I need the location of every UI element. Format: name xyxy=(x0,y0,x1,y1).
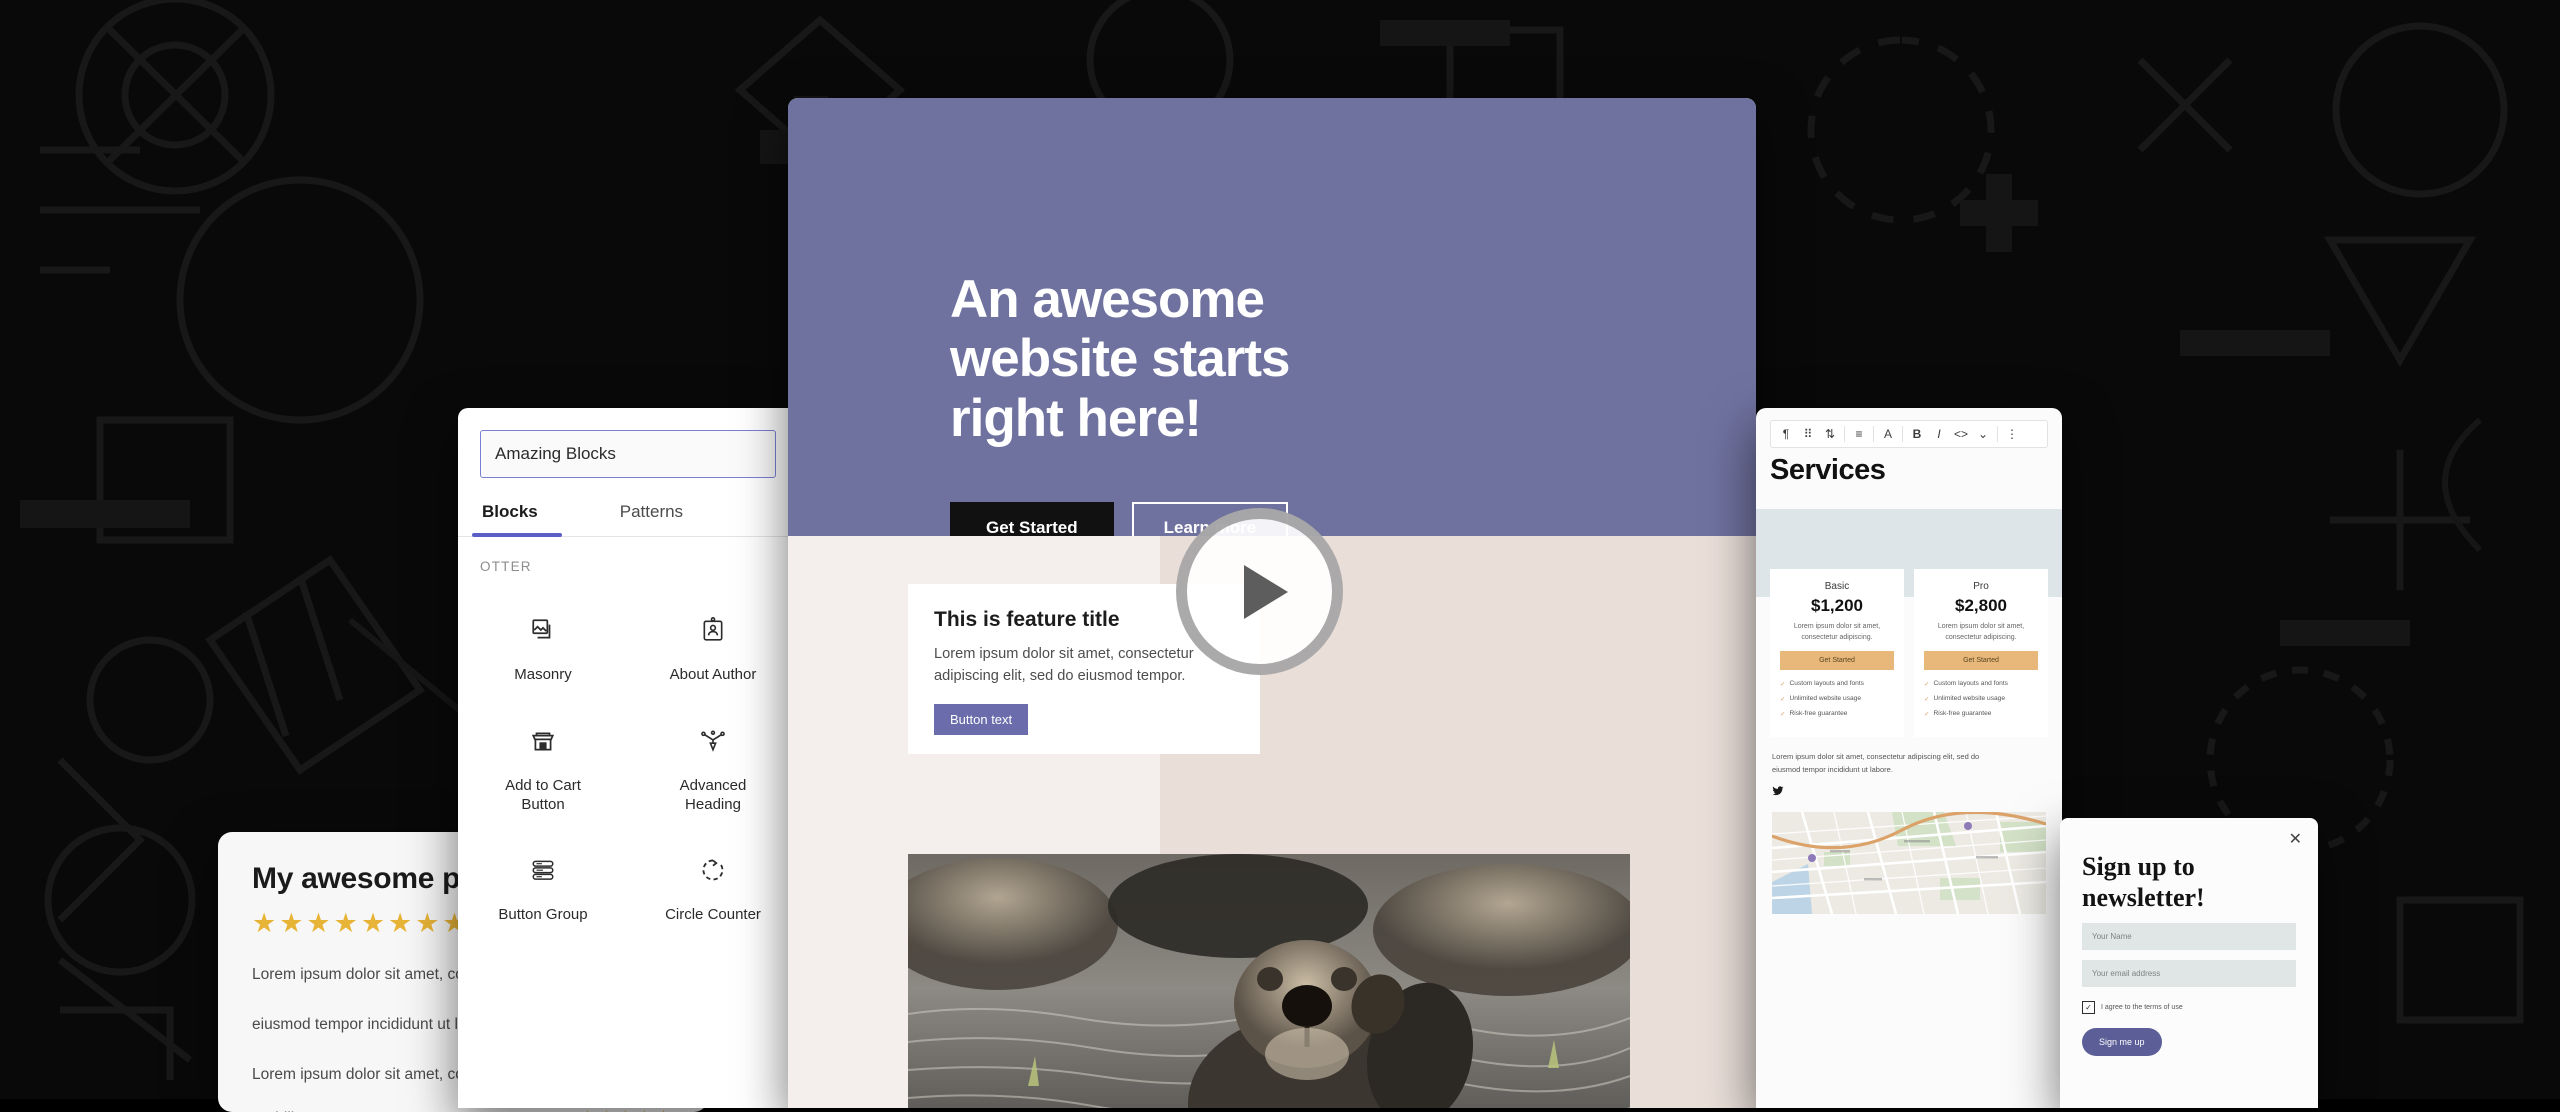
sign-me-up-button[interactable]: Sign me up xyxy=(2082,1028,2162,1057)
block-item-advanced-heading[interactable]: Advanced Heading xyxy=(628,695,798,825)
inserter-block-grid: Masonry About Author Add to Cart Button xyxy=(458,584,798,935)
masonry-icon xyxy=(530,610,556,650)
inserter-tabs: Blocks Patterns xyxy=(458,492,798,537)
newsletter-title-line-1: Sign up to xyxy=(2082,852,2195,881)
check-icon: ✓ xyxy=(1780,711,1786,718)
pricing-card-pro: Pro $2,800 Lorem ipsum dolor sit amet, c… xyxy=(1914,569,2048,737)
services-footer-line-2: eiusmod tempor incididunt ut labore. xyxy=(1772,764,1893,774)
toolbar-divider xyxy=(1902,426,1903,442)
check-icon: ✓ xyxy=(1924,711,1930,718)
hero-title: An awesome website starts right here! xyxy=(950,270,1290,448)
newsletter-popup: ✕ Sign up to newsletter! Your Name Your … xyxy=(2060,818,2318,1108)
block-item-circle-counter[interactable]: Circle Counter xyxy=(628,824,798,935)
store-icon xyxy=(530,721,556,761)
pricing-card-basic: Basic $1,200 Lorem ipsum dolor sit amet,… xyxy=(1770,569,1904,737)
pricing-feature: ✓ Unlimited website usage xyxy=(1780,695,1862,703)
video-play-button[interactable] xyxy=(1176,508,1343,675)
pricing-tier-pro: Pro xyxy=(1973,581,1989,592)
pricing-feature: ✓ Custom layouts and fonts xyxy=(1924,680,2008,688)
link-icon[interactable]: <> xyxy=(1950,423,1972,445)
email-field[interactable]: Your email address xyxy=(2082,960,2296,988)
text-color-icon[interactable]: A xyxy=(1877,423,1899,445)
services-footer-line-1: Lorem ipsum dolor sit amet, consectetur … xyxy=(1772,752,1980,761)
pricing-price-pro: $2,800 xyxy=(1955,596,2007,615)
pricing-feature: ✓ Risk-free guarantee xyxy=(1780,710,1848,718)
drag-handle-icon[interactable]: ⠿ xyxy=(1797,423,1819,445)
toolbar-divider xyxy=(1997,426,1998,442)
block-item-masonry[interactable]: Masonry xyxy=(458,584,628,695)
name-field[interactable]: Your Name xyxy=(2082,923,2296,951)
close-icon[interactable]: ✕ xyxy=(2289,832,2302,848)
block-label-advanced-heading: Advanced Heading xyxy=(679,776,747,813)
terms-checkbox[interactable]: ✓ xyxy=(2082,1001,2095,1015)
italic-icon[interactable]: I xyxy=(1928,423,1950,445)
pricing-tier-basic: Basic xyxy=(1824,581,1850,592)
block-label-circle-counter: Circle Counter xyxy=(665,906,761,924)
pen-tool-icon xyxy=(700,721,726,761)
chevron-down-icon[interactable]: ⌄ xyxy=(1972,423,1994,445)
pricing-feature: ✓ Custom layouts and fonts xyxy=(1780,680,1864,688)
hero-section: An awesome website starts right here! Ge… xyxy=(788,98,1756,554)
circle-counter-icon xyxy=(700,850,726,890)
check-icon: ✓ xyxy=(1924,696,1930,703)
terms-label: I agree to the terms of use xyxy=(2101,1004,2183,1012)
block-inserter-panel: Blocks Patterns OTTER Masonry About Auth… xyxy=(458,408,798,1108)
feature-card-body-line-2: adipiscing elit, sed do eiusmod tempor. xyxy=(934,667,1186,684)
button-group-icon xyxy=(530,850,556,890)
move-updown-icon[interactable]: ⇅ xyxy=(1819,423,1841,445)
bold-icon[interactable]: B xyxy=(1906,423,1928,445)
block-item-add-to-cart-button[interactable]: Add to Cart Button xyxy=(458,695,628,825)
pricing-button-pro[interactable]: Get Started xyxy=(1924,651,2038,670)
block-label-masonry: Masonry xyxy=(514,666,572,683)
check-icon: ✓ xyxy=(1780,696,1786,703)
services-footer-text: Lorem ipsum dolor sit amet, consectetur … xyxy=(1756,737,2062,777)
services-page-panel: ¶ ⠿ ⇅ ≡ A B I <> ⌄ ⋮ Services Basic $1,2… xyxy=(1756,408,2062,1108)
pricing-features-basic: ✓ Custom layouts and fonts ✓ Unlimited web… xyxy=(1780,680,1894,718)
services-heading: Services xyxy=(1770,454,1886,486)
pricing-cards: Basic $1,200 Lorem ipsum dolor sit amet,… xyxy=(1756,569,2062,737)
feature-card-button[interactable]: Button text xyxy=(934,703,1029,735)
toolbar-divider xyxy=(1873,426,1874,442)
pricing-feature: ✓ Risk-free guarantee xyxy=(1924,710,1992,718)
twitter-icon[interactable] xyxy=(1756,777,2062,800)
terms-row: ✓ I agree to the terms of use xyxy=(2082,1001,2296,1015)
check-icon: ✓ xyxy=(1780,681,1786,688)
block-label-button-group: Button Group xyxy=(498,906,588,924)
tab-patterns[interactable]: Patterns xyxy=(618,492,685,536)
block-label-about-author: About Author xyxy=(669,666,757,683)
block-toolbar: ¶ ⠿ ⇅ ≡ A B I <> ⌄ ⋮ xyxy=(1770,420,2048,448)
block-item-button-group[interactable]: Button Group xyxy=(458,824,628,935)
play-triangle-icon xyxy=(1243,564,1288,619)
newsletter-title: Sign up to newsletter! xyxy=(2082,852,2296,913)
block-type-icon[interactable]: ¶ xyxy=(1775,423,1797,445)
otter-photo xyxy=(908,854,1630,1108)
inserter-search-row xyxy=(458,408,798,492)
map-embed[interactable] xyxy=(1772,811,2046,914)
hero-title-line-2: website starts xyxy=(950,329,1290,389)
tab-blocks[interactable]: Blocks xyxy=(472,492,562,537)
newsletter-title-line-2: newsletter! xyxy=(2082,882,2205,912)
feature-card-body-line-1: Lorem ipsum dolor sit amet, consectetur xyxy=(934,646,1194,662)
pricing-desc-pro: Lorem ipsum dolor sit amet, consectetur … xyxy=(1937,623,2025,641)
pricing-price-basic: $1,200 xyxy=(1811,596,1863,615)
more-options-icon[interactable]: ⋮ xyxy=(2001,423,2023,445)
hero-title-line-1: An awesome xyxy=(950,270,1265,329)
block-label-add-to-cart-button: Add to Cart Button xyxy=(505,776,581,813)
search-input[interactable] xyxy=(480,430,776,478)
pricing-button-basic[interactable]: Get Started xyxy=(1780,651,1894,670)
feature-card-body: Lorem ipsum dolor sit amet, consectetur … xyxy=(934,644,1234,688)
check-icon: ✓ xyxy=(1924,681,1930,688)
pricing-feature: ✓ Unlimited website usage xyxy=(1924,695,2006,703)
hero-title-line-3: right here! xyxy=(950,388,1202,448)
about-author-icon xyxy=(700,610,726,650)
pricing-features-pro: ✓ Custom layouts and fonts ✓ Unlimited web… xyxy=(1924,680,2038,718)
inserter-category-label: OTTER xyxy=(480,559,532,574)
align-icon[interactable]: ≡ xyxy=(1848,423,1870,445)
block-item-about-author[interactable]: About Author xyxy=(628,584,798,695)
pricing-desc-basic: Lorem ipsum dolor sit amet, consectetur … xyxy=(1793,623,1881,641)
toolbar-divider xyxy=(1844,426,1845,442)
